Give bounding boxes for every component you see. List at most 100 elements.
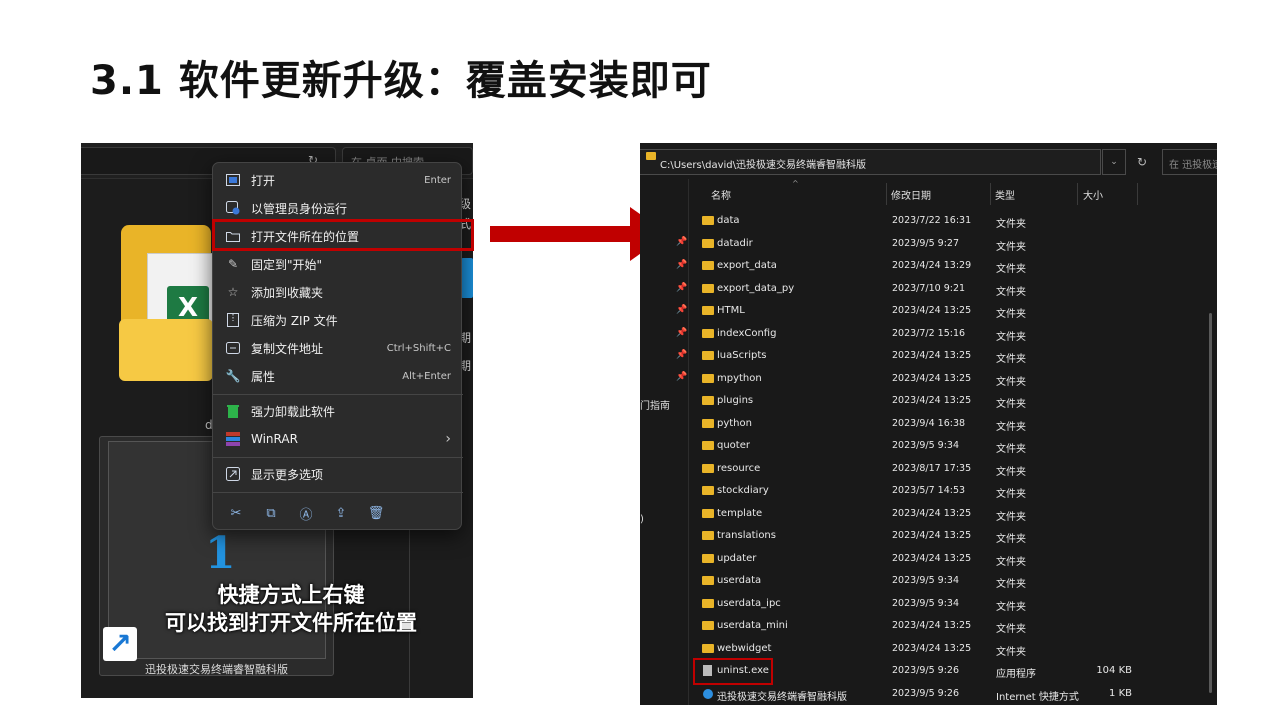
file-type: 文件夹 (996, 556, 1026, 568)
excel-folder-icon[interactable]: X (117, 223, 217, 383)
file-row[interactable]: template 2023/4/24 13:25 文件夹 (692, 503, 1212, 525)
file-row[interactable]: userdata 2023/9/5 9:34 文件夹 (692, 570, 1212, 592)
address-bar[interactable]: C:\Users\david\迅投极速交易终端睿智融科版 (640, 149, 1101, 175)
menu-item-open[interactable]: 打开 Enter (213, 166, 463, 194)
file-row[interactable]: python 2023/9/4 16:38 文件夹 (692, 413, 1212, 435)
scrollbar[interactable] (1209, 313, 1212, 693)
file-row[interactable]: export_data 2023/4/24 13:29 文件夹 (692, 255, 1212, 277)
file-type: Internet 快捷方式 (996, 691, 1079, 703)
file-name: indexConfig (717, 327, 777, 339)
pin-icon[interactable]: 📌 (676, 350, 687, 360)
folder-icon (702, 261, 714, 270)
file-name: resource (717, 462, 761, 474)
menu-item-pin-to-start[interactable]: ✎ 固定到"开始" (213, 250, 463, 278)
pin-icon[interactable]: 📌 (676, 328, 687, 338)
highlight-box-open-location (212, 219, 474, 251)
rename-icon[interactable]: Ⓐ (296, 503, 316, 523)
nav-item-fragment[interactable]: 门指南 (640, 397, 670, 412)
menu-item-winrar[interactable]: WinRAR › (213, 425, 463, 453)
pin-icon[interactable]: 📌 (676, 260, 687, 270)
folder-icon (702, 373, 714, 383)
file-date: 2023/9/5 9:34 (892, 597, 960, 609)
highlight-box-uninst (693, 658, 773, 685)
folder-icon (702, 643, 714, 653)
column-header-name[interactable]: 名称 (711, 187, 731, 202)
file-type: 文件夹 (996, 331, 1026, 343)
delete-icon[interactable]: 🗑 (366, 503, 386, 523)
file-type: 文件夹 (996, 646, 1026, 658)
menu-separator (213, 394, 463, 395)
file-type: 文件夹 (996, 534, 1026, 545)
slide-title: 3.1 软件更新升级：覆盖安装即可 (90, 58, 712, 104)
folder-icon (702, 306, 714, 315)
file-row[interactable]: userdata_ipc 2023/9/5 9:34 文件夹 (692, 593, 1212, 615)
column-divider (1077, 183, 1078, 205)
more-options-icon (225, 466, 241, 482)
file-date: 2023/4/24 13:25 (892, 552, 972, 564)
file-row[interactable]: data 2023/7/22 16:31 文件夹 (692, 210, 1212, 232)
search-input[interactable]: 在 迅投极速 (1162, 149, 1217, 175)
file-type: 文件夹 (996, 376, 1026, 388)
nav-item-fragment[interactable]: ) (640, 514, 644, 525)
file-row[interactable]: export_data_py 2023/7/10 9:21 文件夹 (692, 278, 1212, 300)
folder-icon (702, 576, 714, 585)
file-date: 2023/4/24 13:25 (892, 305, 972, 316)
refresh-icon[interactable]: ↻ (1130, 149, 1154, 175)
file-row[interactable]: translations 2023/4/24 13:25 文件夹 (692, 525, 1212, 547)
file-row[interactable]: 迅投极速交易终端睿智融科版 2023/9/5 9:26 Internet 快捷方式 1… (692, 683, 1212, 705)
menu-item-run-as-admin[interactable]: 以管理员身份运行 (213, 194, 463, 222)
file-row[interactable]: plugins 2023/4/24 13:25 文件夹 (692, 390, 1212, 412)
file-name: plugins (717, 395, 754, 406)
menu-item-add-to-favorites[interactable]: ☆ 添加到收藏夹 (213, 278, 463, 306)
column-header-type[interactable]: 类型 (995, 187, 1015, 202)
menu-item-compress-zip[interactable]: 压缩为 ZIP 文件 (213, 306, 463, 334)
menu-item-force-uninstall[interactable]: 强力卸载此软件 (213, 397, 463, 425)
folder-icon (702, 351, 714, 360)
file-date: 2023/4/24 13:25 (892, 395, 972, 406)
file-name: webwidget (717, 642, 772, 654)
menu-item-show-more-options[interactable]: 显示更多选项 (213, 460, 463, 488)
caption-line-2: 可以找到打开文件所在位置 (165, 611, 417, 635)
file-row[interactable]: datadir 2023/9/5 9:27 文件夹 (692, 233, 1212, 255)
file-row[interactable]: updater 2023/4/24 13:25 文件夹 (692, 548, 1212, 570)
menu-item-copy-path[interactable]: 复制文件地址 Ctrl+Shift+C (213, 334, 463, 362)
file-date: 2023/9/5 9:27 (892, 237, 960, 249)
file-name: userdata (717, 575, 762, 586)
file-row[interactable]: userdata_mini 2023/4/24 13:25 文件夹 (692, 615, 1212, 637)
file-row[interactable]: quoter 2023/9/5 9:34 文件夹 (692, 435, 1212, 457)
file-name: template (717, 507, 763, 519)
pin-icon[interactable]: 📌 (676, 305, 687, 315)
pin-icon[interactable]: 📌 (676, 283, 687, 293)
file-name: userdata_mini (717, 620, 788, 631)
folder-icon (702, 396, 714, 405)
pin-icon[interactable]: 📌 (676, 237, 687, 247)
file-row[interactable]: HTML 2023/4/24 13:25 文件夹 (692, 300, 1212, 322)
folder-icon (702, 238, 714, 248)
file-row[interactable]: luaScripts 2023/4/24 13:25 文件夹 (692, 345, 1212, 367)
share-icon[interactable]: ⇪ (331, 503, 351, 523)
file-row[interactable]: resource 2023/8/17 17:35 文件夹 (692, 458, 1212, 480)
file-date: 2023/9/5 9:26 (892, 687, 960, 699)
menu-item-properties[interactable]: 🔧 属性 Alt+Enter (213, 362, 463, 390)
file-row[interactable]: indexConfig 2023/7/2 15:16 文件夹 (692, 323, 1212, 345)
caption-line-1: 快捷方式上右键 (217, 583, 365, 607)
file-name: updater (717, 552, 757, 564)
file-row[interactable]: webwidget 2023/4/24 13:25 文件夹 (692, 638, 1212, 660)
file-name: export_data (717, 260, 777, 271)
chevron-down-icon[interactable]: ⌄ (1102, 149, 1126, 175)
address-folder-icon (646, 152, 656, 160)
cut-icon[interactable]: ✂ (226, 503, 246, 523)
file-type: 文件夹 (996, 264, 1026, 275)
file-date: 2023/8/17 17:35 (892, 462, 972, 474)
folder-icon (702, 463, 714, 473)
column-header-size[interactable]: 大小 (1083, 187, 1103, 202)
copy-path-icon (225, 340, 241, 356)
pin-icon[interactable]: 📌 (676, 372, 687, 382)
shortcut-name: 迅投极速交易终端睿智融科版 (145, 663, 288, 676)
column-header-date[interactable]: 修改日期 (891, 187, 931, 202)
file-row[interactable]: mpython 2023/4/24 13:25 文件夹 (692, 368, 1212, 390)
copy-icon[interactable]: ⧉ (261, 503, 281, 523)
file-date: 2023/7/22 16:31 (892, 215, 972, 226)
explorer-screenshot: C:\Users\david\迅投极速交易终端睿智融科版 ⌄ ↻ 在 迅投极速 … (640, 143, 1217, 705)
file-row[interactable]: stockdiary 2023/5/7 14:53 文件夹 (692, 480, 1212, 502)
